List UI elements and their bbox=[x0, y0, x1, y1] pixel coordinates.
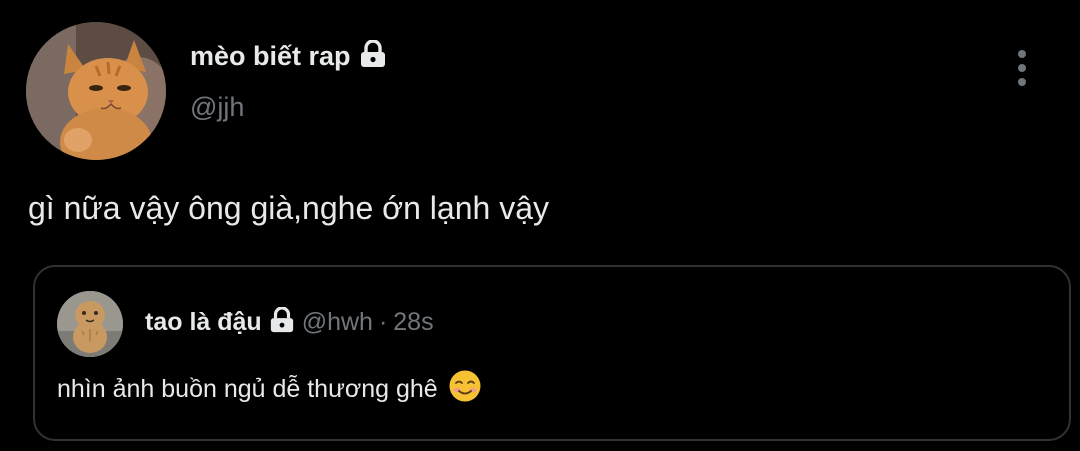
peanut-avatar-icon bbox=[57, 291, 123, 357]
quote-author-handle[interactable]: @hwh bbox=[302, 308, 373, 337]
more-options-button[interactable] bbox=[1008, 48, 1036, 88]
quoted-tweet[interactable]: tao là đậu @hwh · 28s nhìn ảnh buồn ngủ … bbox=[33, 265, 1071, 441]
author-display-name[interactable]: mèo biết rap bbox=[190, 41, 351, 72]
more-vertical-icon-dot bbox=[1018, 64, 1026, 72]
tweet-card: mèo biết rap @jjh gì nữa vậy ông già,ngh… bbox=[0, 0, 1080, 451]
lock-icon bbox=[268, 306, 296, 338]
quote-author-avatar[interactable] bbox=[57, 291, 123, 357]
author-name-row: mèo biết rap bbox=[190, 39, 388, 73]
author-handle[interactable]: @jjh bbox=[190, 92, 244, 123]
tweet-text: gì nữa vậy ông già,nghe ớn lạnh vậy bbox=[28, 190, 549, 226]
cat-avatar-icon bbox=[26, 22, 166, 160]
more-vertical-icon bbox=[1018, 50, 1026, 58]
lock-icon bbox=[358, 39, 388, 73]
author-avatar[interactable] bbox=[26, 22, 166, 160]
smiling-face-icon bbox=[448, 369, 482, 410]
more-vertical-icon-dot bbox=[1018, 78, 1026, 86]
quote-text: nhìn ảnh buồn ngủ dễ thương ghê bbox=[57, 375, 438, 403]
quote-timestamp[interactable]: 28s bbox=[393, 308, 433, 337]
quote-header: tao là đậu @hwh · 28s bbox=[145, 306, 434, 338]
quote-author-display-name[interactable]: tao là đậu bbox=[145, 308, 262, 337]
quote-separator: · bbox=[378, 308, 388, 336]
quote-text-row: nhìn ảnh buồn ngủ dễ thương ghê bbox=[57, 369, 482, 410]
